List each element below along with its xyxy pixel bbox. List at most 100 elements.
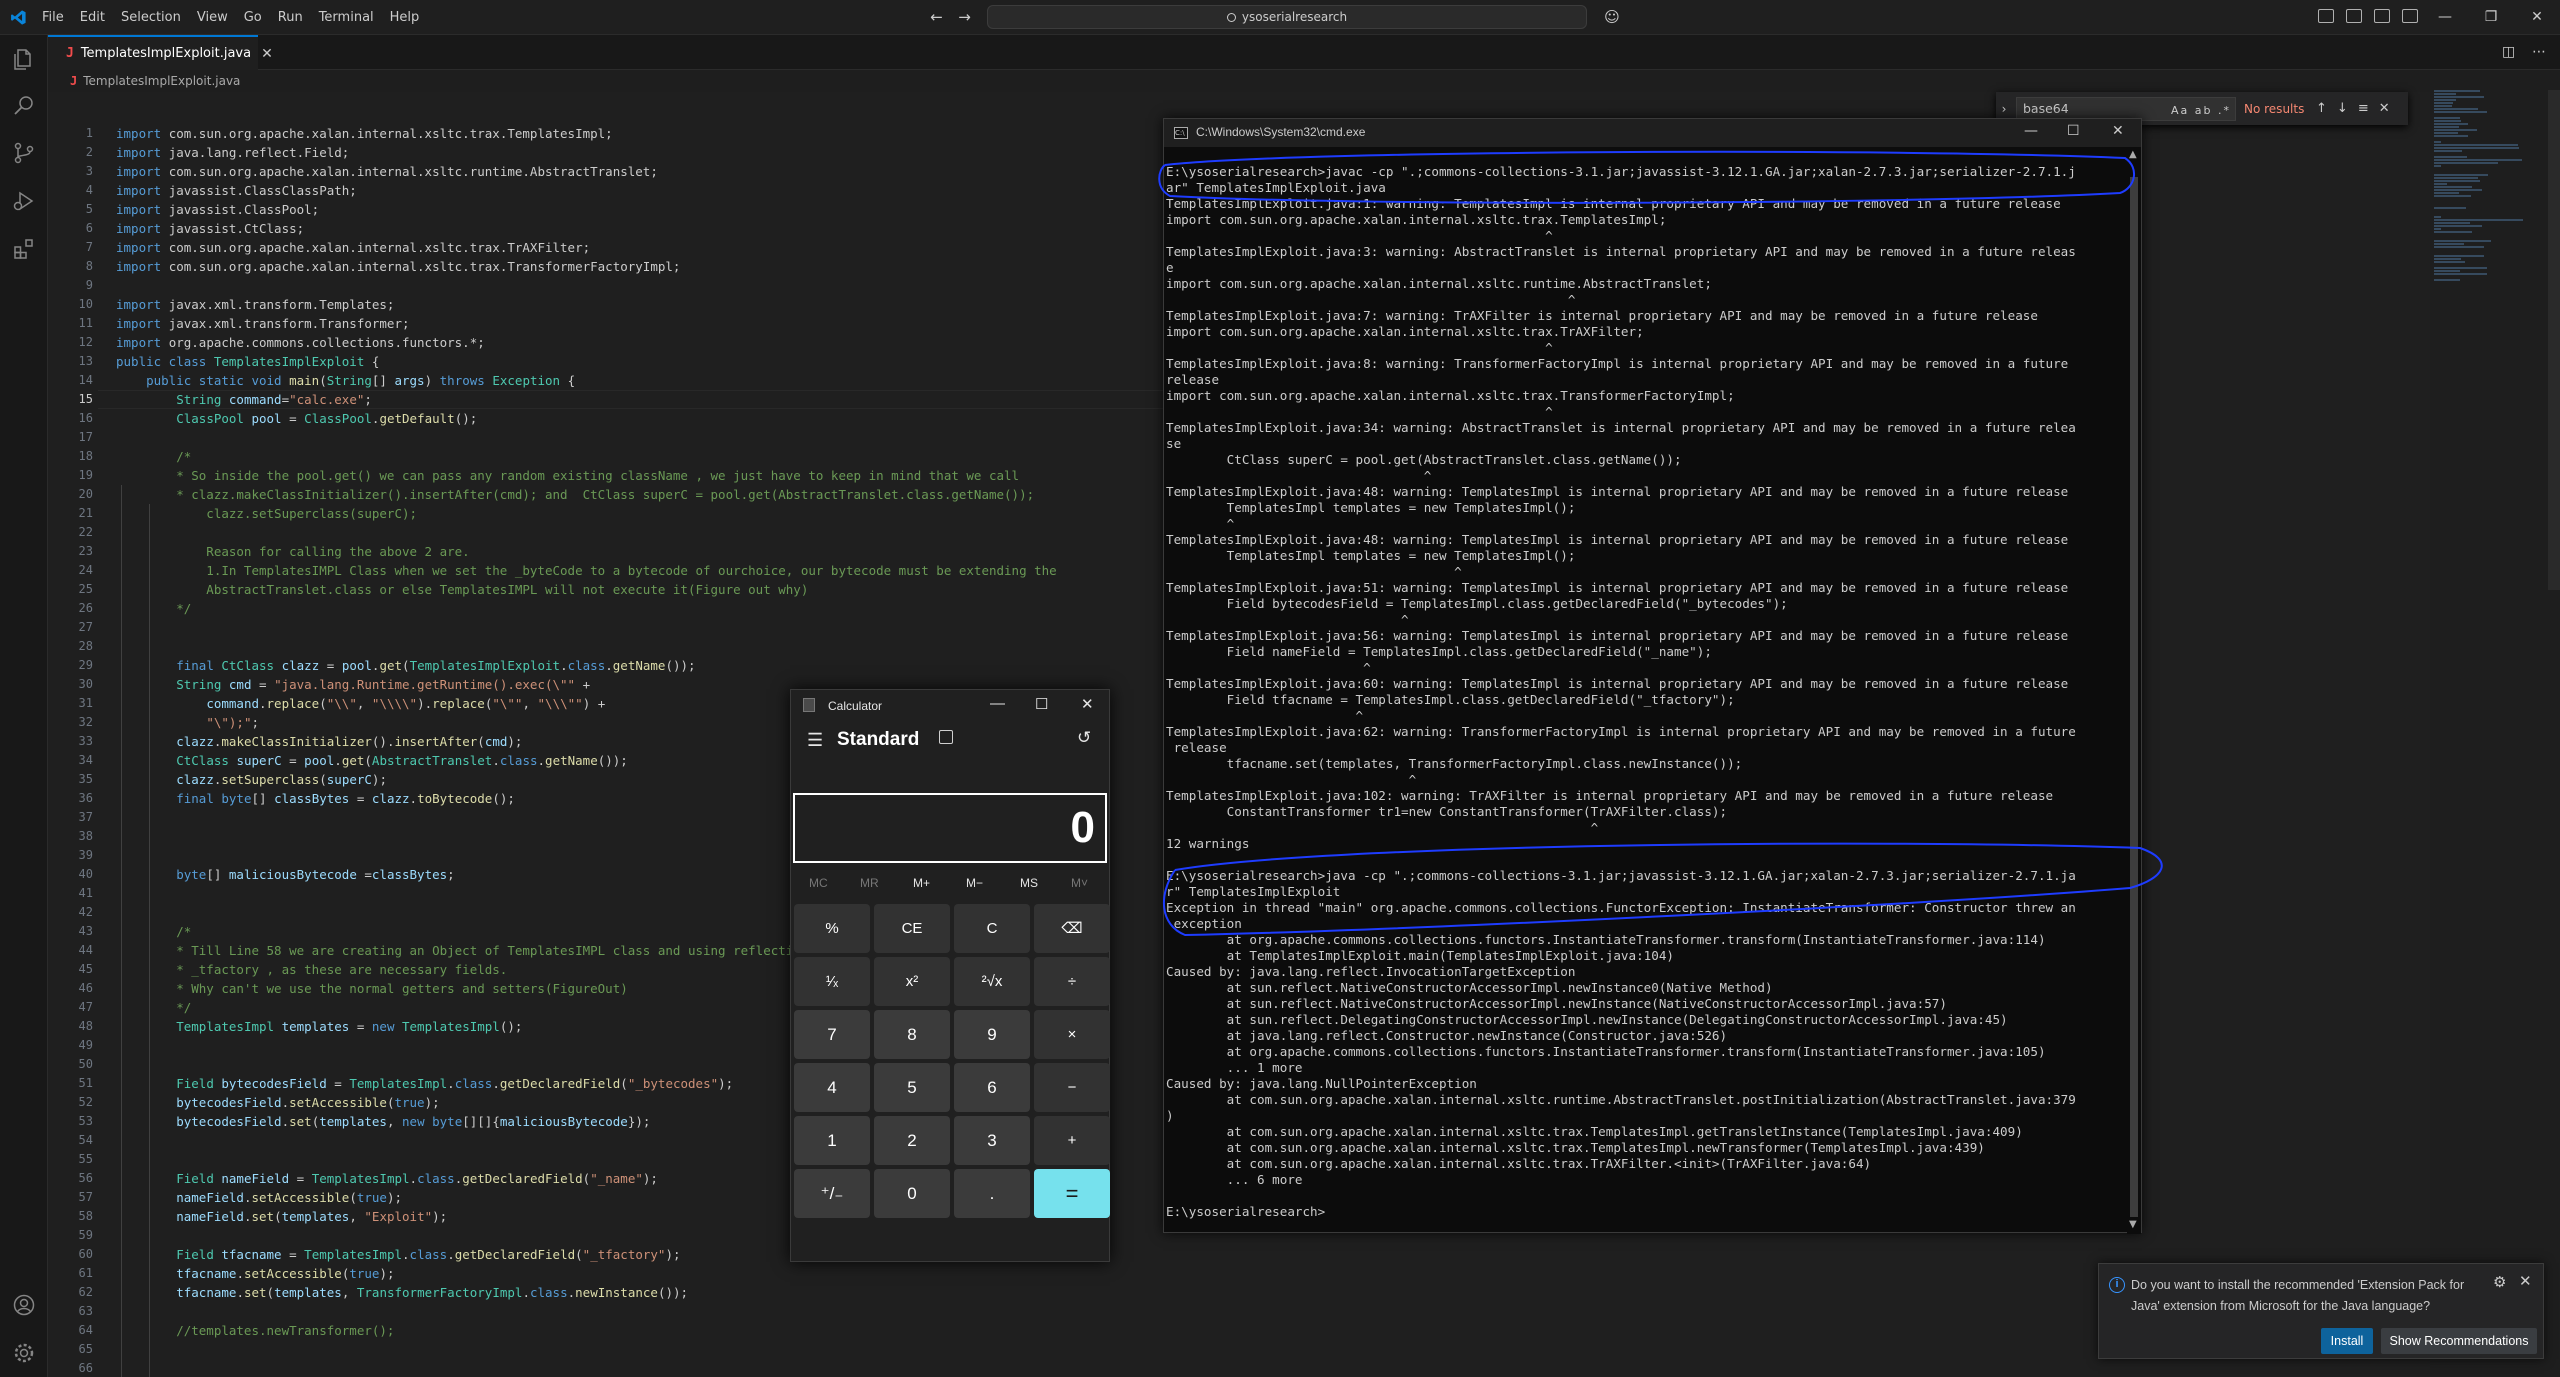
calc-key-1-0[interactable]: ¹⁄ₓ bbox=[794, 957, 870, 1006]
previous-match-icon[interactable]: ↑ bbox=[2316, 101, 2327, 116]
menu-view[interactable]: View bbox=[197, 10, 228, 25]
notification-settings-gear-icon[interactable]: ⚙ bbox=[2493, 1273, 2506, 1291]
menu-file[interactable]: File bbox=[42, 10, 64, 25]
menu-terminal[interactable]: Terminal bbox=[319, 10, 374, 25]
manage-gear-icon[interactable] bbox=[12, 1341, 36, 1365]
calc-key-5-2[interactable]: . bbox=[954, 1169, 1030, 1218]
cmd-minimize-button[interactable]: — bbox=[2024, 123, 2038, 139]
tab-templatesimplexploit[interactable]: J TemplatesImplExploit.java ✕ bbox=[48, 35, 273, 70]
menu-edit[interactable]: Edit bbox=[80, 10, 105, 25]
calc-key-4-3[interactable]: + bbox=[1034, 1116, 1110, 1165]
memory-subtract-button[interactable]: M− bbox=[966, 876, 983, 890]
calc-key-1-2[interactable]: ²√x bbox=[954, 957, 1030, 1006]
memory-add-button[interactable]: M+ bbox=[913, 876, 930, 890]
toggle-panel-icon[interactable] bbox=[2374, 9, 2390, 23]
memory-clear-button[interactable]: MC bbox=[809, 876, 828, 890]
calc-key-0-0[interactable]: % bbox=[794, 904, 870, 953]
code-line[interactable]: //templates.newTransformer(); bbox=[116, 1321, 2416, 1340]
calc-key-0-2[interactable]: C bbox=[954, 904, 1030, 953]
calc-key-5-0[interactable]: ⁺/₋ bbox=[794, 1169, 870, 1218]
cmd-output[interactable]: E:\ysoserialresearch>javac -cp ".;common… bbox=[1166, 164, 2126, 1220]
memory-row: MC MR M+ M− MS M˅ bbox=[791, 876, 1111, 896]
code-line[interactable] bbox=[116, 1340, 2416, 1359]
find-input[interactable]: base64 Aa ab .* bbox=[2016, 96, 2236, 122]
more-actions-icon[interactable]: ⋯ bbox=[2532, 44, 2546, 60]
memory-store-button[interactable]: MS bbox=[1020, 876, 1038, 890]
calc-key-3-0[interactable]: 4 bbox=[794, 1063, 870, 1112]
code-line[interactable]: tfacname.setAccessible(true); bbox=[116, 1264, 2416, 1283]
keep-on-top-icon[interactable] bbox=[939, 730, 953, 744]
calc-key-4-0[interactable]: 1 bbox=[794, 1116, 870, 1165]
source-control-icon[interactable] bbox=[12, 141, 36, 165]
calc-key-2-0[interactable]: 7 bbox=[794, 1010, 870, 1059]
calc-key-2-2[interactable]: 9 bbox=[954, 1010, 1030, 1059]
cmd-output-line: CtClass superC = pool.get(AbstractTransl… bbox=[1166, 452, 1682, 467]
cmd-titlebar[interactable]: C:\ C:\Windows\System32\cmd.exe — ☐ ✕ bbox=[1164, 119, 2141, 147]
menu-run[interactable]: Run bbox=[278, 10, 303, 25]
calc-key-3-3[interactable]: − bbox=[1034, 1063, 1110, 1112]
history-icon[interactable]: ↺ bbox=[1077, 728, 1091, 748]
find-options[interactable]: Aa ab .* bbox=[2171, 100, 2231, 122]
cmd-maximize-button[interactable]: ☐ bbox=[2067, 123, 2080, 139]
close-tab-icon[interactable]: ✕ bbox=[261, 46, 273, 62]
install-button[interactable]: Install bbox=[2321, 1328, 2373, 1354]
minimize-button[interactable]: — bbox=[2422, 0, 2468, 35]
search-icon[interactable] bbox=[12, 93, 36, 117]
toggle-replace-icon[interactable]: › bbox=[1996, 102, 2012, 116]
copilot-icon[interactable]: ☺ bbox=[1600, 9, 1624, 26]
breadcrumb-file[interactable]: TemplatesImplExploit.java bbox=[83, 74, 240, 88]
memory-recall-button[interactable]: MR bbox=[860, 876, 879, 890]
calc-close-button[interactable]: ✕ bbox=[1081, 695, 1094, 713]
code-line[interactable]: Field tfacname = TemplatesImpl.class.get… bbox=[116, 1245, 2416, 1264]
calc-key-1-1[interactable]: x² bbox=[874, 957, 950, 1006]
calc-key-3-1[interactable]: 5 bbox=[874, 1063, 950, 1112]
hamburger-menu-icon[interactable]: ☰ bbox=[807, 730, 823, 751]
editor-scrollbar[interactable] bbox=[2548, 90, 2560, 590]
calc-minimize-button[interactable]: — bbox=[990, 695, 1005, 712]
scroll-down-icon[interactable]: ▼ bbox=[2129, 1219, 2137, 1230]
cmd-output-line: import com.sun.org.apache.xalan.internal… bbox=[1166, 324, 1644, 339]
memory-list-button[interactable]: M˅ bbox=[1071, 876, 1088, 890]
close-window-button[interactable]: ✕ bbox=[2514, 0, 2560, 35]
cmd-scrollbar[interactable]: ▲ ▼ bbox=[2127, 147, 2141, 1234]
scroll-up-icon[interactable]: ▲ bbox=[2129, 149, 2137, 160]
menu-go[interactable]: Go bbox=[244, 10, 262, 25]
run-debug-icon[interactable] bbox=[12, 189, 36, 213]
command-center-search[interactable]: ysoserialresearch bbox=[987, 5, 1587, 29]
toggle-sidebar-icon[interactable] bbox=[2346, 9, 2362, 23]
calc-key-1-3[interactable]: ÷ bbox=[1034, 957, 1110, 1006]
calc-key-0-3[interactable]: ⌫ bbox=[1034, 904, 1110, 953]
accounts-icon[interactable] bbox=[12, 1293, 36, 1317]
restore-button[interactable]: ❐ bbox=[2468, 0, 2514, 35]
calc-key-5-3[interactable]: = bbox=[1034, 1169, 1110, 1218]
java-file-icon: J bbox=[66, 46, 74, 61]
next-match-icon[interactable]: ↓ bbox=[2337, 101, 2348, 116]
menu-selection[interactable]: Selection bbox=[121, 10, 181, 25]
calc-key-2-1[interactable]: 8 bbox=[874, 1010, 950, 1059]
menu-help[interactable]: Help bbox=[390, 10, 420, 25]
customize-layout-icon[interactable] bbox=[2318, 9, 2334, 23]
code-line[interactable]: tfacname.set(templates, TransformerFacto… bbox=[116, 1283, 2416, 1302]
calc-key-4-1[interactable]: 2 bbox=[874, 1116, 950, 1165]
calc-key-0-1[interactable]: CE bbox=[874, 904, 950, 953]
show-recommendations-button[interactable]: Show Recommendations bbox=[2381, 1328, 2537, 1354]
back-arrow-icon[interactable]: ← bbox=[928, 9, 945, 26]
notification-close-icon[interactable]: ✕ bbox=[2519, 1272, 2532, 1290]
calc-key-5-1[interactable]: 0 bbox=[874, 1169, 950, 1218]
calc-key-2-3[interactable]: × bbox=[1034, 1010, 1110, 1059]
code-line[interactable] bbox=[116, 1302, 2416, 1321]
minimap[interactable] bbox=[2430, 90, 2548, 310]
split-editor-icon[interactable]: ◫ bbox=[2502, 44, 2515, 60]
calc-key-4-2[interactable]: 3 bbox=[954, 1116, 1030, 1165]
forward-arrow-icon[interactable]: → bbox=[956, 9, 973, 26]
calc-key-3-2[interactable]: 6 bbox=[954, 1063, 1030, 1112]
cmd-close-button[interactable]: ✕ bbox=[2112, 123, 2124, 139]
calc-maximize-button[interactable]: ☐ bbox=[1035, 695, 1048, 713]
cmd-scroll-thumb[interactable] bbox=[2130, 177, 2138, 1217]
extensions-icon[interactable] bbox=[12, 237, 36, 261]
toggle-secondary-sidebar-icon[interactable] bbox=[2402, 9, 2418, 23]
close-find-icon[interactable]: ✕ bbox=[2379, 101, 2390, 116]
find-in-selection-icon[interactable]: ≡ bbox=[2358, 101, 2369, 116]
explorer-icon[interactable] bbox=[12, 47, 36, 71]
code-line[interactable] bbox=[116, 1359, 2416, 1377]
